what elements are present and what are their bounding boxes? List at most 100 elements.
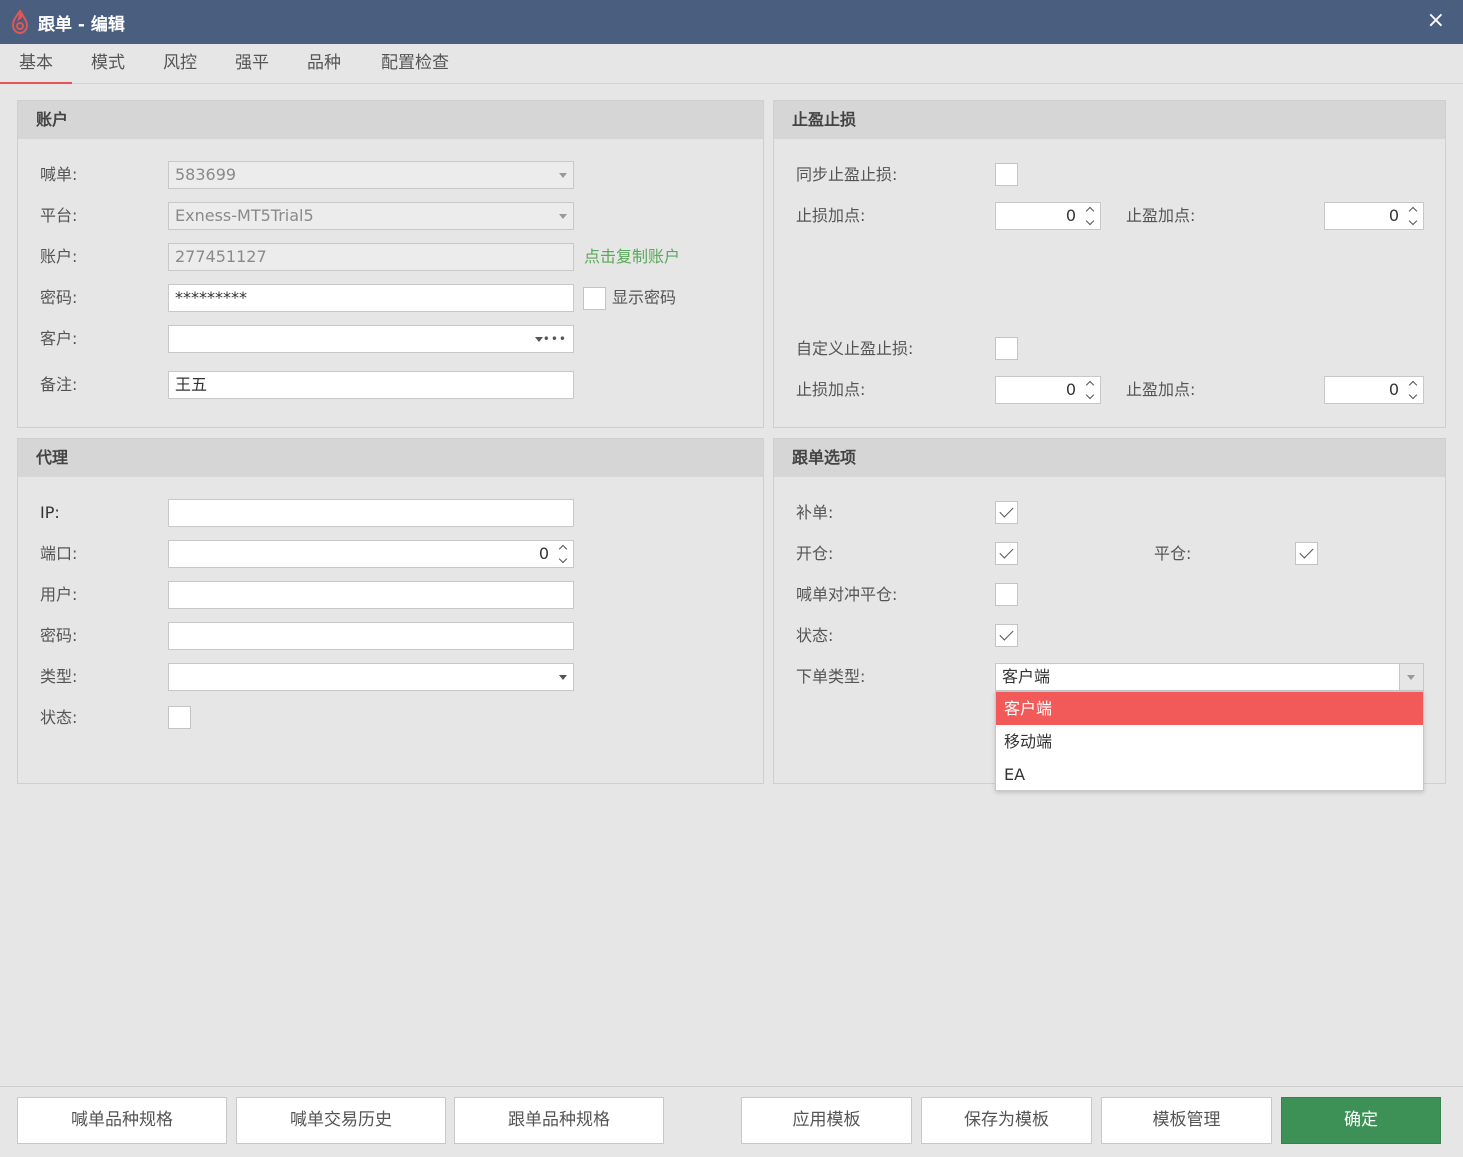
more-icon[interactable]: ••• bbox=[543, 326, 567, 352]
chevron-down-icon[interactable] bbox=[1408, 390, 1418, 400]
caller-select[interactable]: 583699 bbox=[168, 161, 574, 189]
open-position-label: 开仓: bbox=[796, 544, 834, 563]
tp-points-stepper[interactable]: 0 bbox=[1324, 202, 1424, 230]
order-type-value: 客户端 bbox=[1002, 667, 1051, 686]
custom-tpsl-label: 自定义止盈止损: bbox=[796, 339, 914, 358]
chevron-up-icon[interactable] bbox=[1408, 206, 1418, 216]
chevron-down-icon bbox=[559, 173, 567, 178]
chevron-down-icon bbox=[559, 214, 567, 219]
caller-value: 583699 bbox=[175, 165, 237, 184]
proxy-type-select[interactable] bbox=[168, 663, 574, 691]
chevron-up-icon[interactable] bbox=[1085, 206, 1095, 216]
platform-select[interactable]: Exness-MT5Trial5 bbox=[168, 202, 574, 230]
account-header: 账户 bbox=[18, 101, 763, 139]
caller-history-button[interactable]: 喊单交易历史 bbox=[236, 1097, 446, 1144]
tab-symbols[interactable]: 品种 bbox=[288, 44, 360, 84]
copy-options-header: 跟单选项 bbox=[774, 439, 1445, 477]
chevron-down-icon[interactable] bbox=[1085, 216, 1095, 226]
tab-basic[interactable]: 基本 bbox=[0, 44, 72, 84]
order-type-select[interactable]: 客户端 bbox=[995, 663, 1424, 691]
account-field[interactable]: 277451127 bbox=[168, 243, 574, 271]
tab-mode[interactable]: 模式 bbox=[72, 44, 144, 84]
port-stepper[interactable]: 0 bbox=[168, 540, 574, 568]
password-value: ********* bbox=[175, 288, 247, 307]
close-icon[interactable]: × bbox=[1427, 9, 1445, 33]
hedge-close-checkbox[interactable] bbox=[995, 583, 1018, 606]
order-type-label: 下单类型: bbox=[796, 667, 866, 686]
manage-template-button[interactable]: 模板管理 bbox=[1101, 1097, 1272, 1144]
footer-bar: 喊单品种规格 喊单交易历史 跟单品种规格 应用模板 保存为模板 模板管理 确定 bbox=[0, 1086, 1463, 1157]
port-label: 端口: bbox=[40, 544, 78, 563]
tab-config-check[interactable]: 配置检查 bbox=[360, 44, 470, 84]
tab-risk[interactable]: 风控 bbox=[144, 44, 216, 84]
sl-points-value: 0 bbox=[1065, 206, 1076, 225]
sl-points-stepper[interactable]: 0 bbox=[995, 202, 1101, 230]
sl-points-label: 止损加点: bbox=[796, 206, 866, 225]
ip-field[interactable] bbox=[168, 499, 574, 527]
show-password-label: 显示密码 bbox=[612, 288, 677, 307]
port-value: 0 bbox=[538, 544, 549, 563]
tp2-points-label: 止盈加点: bbox=[1126, 380, 1196, 399]
sl2-points-stepper[interactable]: 0 bbox=[995, 376, 1101, 404]
follower-spec-button[interactable]: 跟单品种规格 bbox=[454, 1097, 664, 1144]
order-type-dropdown-button[interactable] bbox=[1399, 664, 1423, 690]
chevron-down-icon[interactable] bbox=[1085, 390, 1095, 400]
custom-tpsl-checkbox[interactable] bbox=[995, 337, 1018, 360]
order-type-option-ea[interactable]: EA bbox=[996, 758, 1423, 791]
chevron-down-icon bbox=[559, 675, 567, 680]
proxy-user-field[interactable] bbox=[168, 581, 574, 609]
platform-label: 平台: bbox=[40, 206, 78, 225]
proxy-user-label: 用户: bbox=[40, 585, 78, 604]
check-icon bbox=[999, 544, 1014, 559]
chevron-up-icon[interactable] bbox=[558, 544, 568, 554]
proxy-status-checkbox[interactable] bbox=[168, 706, 191, 729]
open-position-checkbox[interactable] bbox=[995, 542, 1018, 565]
client-select[interactable]: ••• bbox=[168, 325, 574, 353]
chevron-down-icon[interactable] bbox=[1408, 216, 1418, 226]
order-type-dropdown: 客户端 移动端 EA bbox=[995, 691, 1424, 791]
note-field[interactable]: 王五 bbox=[168, 371, 574, 399]
confirm-button[interactable]: 确定 bbox=[1281, 1097, 1441, 1144]
apply-template-button[interactable]: 应用模板 bbox=[741, 1097, 912, 1144]
check-icon bbox=[999, 626, 1014, 641]
tab-bar: 基本 模式 风控 强平 品种 配置检查 bbox=[0, 44, 1463, 84]
tpsl-header: 止盈止损 bbox=[774, 101, 1445, 139]
sync-tpsl-checkbox[interactable] bbox=[995, 163, 1018, 186]
password-field[interactable]: ********* bbox=[168, 284, 574, 312]
hedge-close-label: 喊单对冲平仓: bbox=[796, 585, 898, 604]
proxy-header: 代理 bbox=[18, 439, 763, 477]
copy-status-checkbox[interactable] bbox=[995, 624, 1018, 647]
platform-value: Exness-MT5Trial5 bbox=[175, 206, 314, 225]
sl2-points-value: 0 bbox=[1065, 380, 1076, 399]
tp2-points-value: 0 bbox=[1388, 380, 1399, 399]
proxy-password-field[interactable] bbox=[168, 622, 574, 650]
tp-points-value: 0 bbox=[1388, 206, 1399, 225]
order-type-option-client[interactable]: 客户端 bbox=[996, 692, 1423, 725]
copy-account-link[interactable]: 点击复制账户 bbox=[584, 243, 680, 271]
chevron-down-icon bbox=[1407, 675, 1415, 680]
tab-liquidation[interactable]: 强平 bbox=[216, 44, 288, 84]
copy-status-label: 状态: bbox=[796, 626, 834, 645]
proxy-password-label: 密码: bbox=[40, 626, 78, 645]
flame-logo-icon bbox=[11, 10, 29, 34]
close-position-checkbox[interactable] bbox=[1295, 542, 1318, 565]
show-password-checkbox[interactable] bbox=[583, 287, 606, 310]
save-template-button[interactable]: 保存为模板 bbox=[921, 1097, 1092, 1144]
check-icon bbox=[999, 503, 1014, 518]
title-bar: 跟单 - 编辑 × bbox=[0, 0, 1463, 44]
chevron-up-icon[interactable] bbox=[1408, 380, 1418, 390]
proxy-panel: 代理 bbox=[17, 438, 764, 784]
order-type-option-mobile[interactable]: 移动端 bbox=[996, 725, 1423, 758]
supplement-checkbox[interactable] bbox=[995, 501, 1018, 524]
proxy-status-label: 状态: bbox=[40, 708, 78, 727]
tp-points-label: 止盈加点: bbox=[1126, 206, 1196, 225]
chevron-down-icon[interactable] bbox=[558, 554, 568, 564]
chevron-up-icon[interactable] bbox=[1085, 380, 1095, 390]
supplement-label: 补单: bbox=[796, 503, 834, 522]
caller-label: 喊单: bbox=[40, 165, 78, 184]
caller-spec-button[interactable]: 喊单品种规格 bbox=[17, 1097, 227, 1144]
client-label: 客户: bbox=[40, 329, 78, 348]
tp2-points-stepper[interactable]: 0 bbox=[1324, 376, 1424, 404]
proxy-type-label: 类型: bbox=[40, 667, 78, 686]
account-label: 账户: bbox=[40, 247, 78, 266]
